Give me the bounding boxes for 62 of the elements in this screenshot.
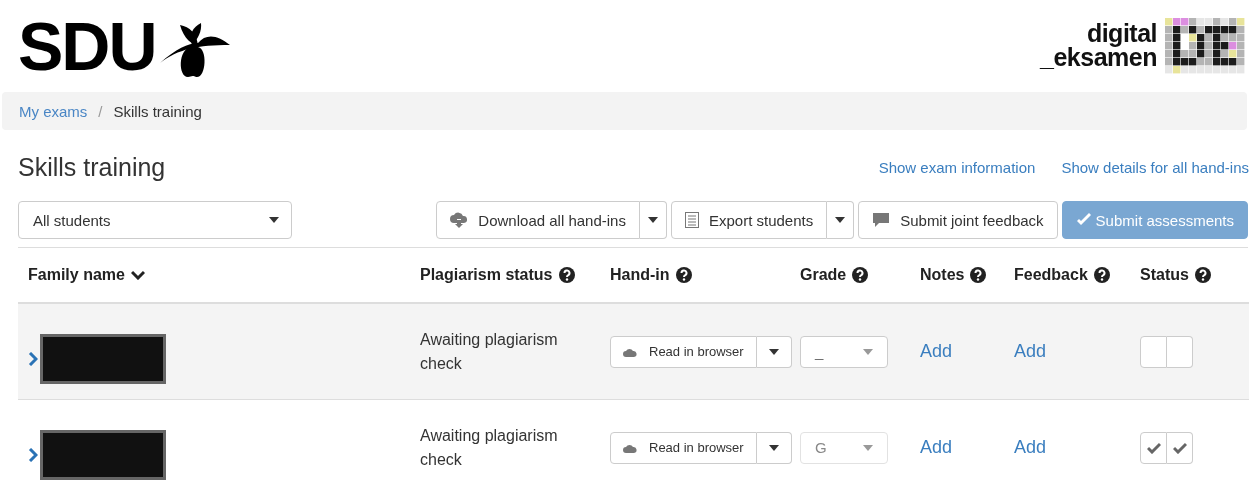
help-icon[interactable]	[558, 267, 575, 283]
chevron-right-icon[interactable]	[28, 448, 38, 462]
dropdown-toggle[interactable]	[827, 201, 855, 239]
column-header: Plagiarism status	[420, 266, 553, 284]
caret-icon	[863, 348, 873, 355]
header-link[interactable]: Show exam information	[878, 158, 1036, 176]
status-checkbox[interactable]	[1167, 431, 1193, 464]
plagiarism-status-text: Awaiting plagiarism check	[420, 425, 559, 470]
help-icon[interactable]	[1093, 267, 1110, 283]
read-in-browser-button[interactable]: Read in browser	[610, 431, 757, 464]
check-icon	[1146, 441, 1161, 454]
add-notes-link[interactable]: Add	[920, 341, 953, 362]
cloud-icon	[623, 346, 637, 357]
add-feedback-link[interactable]: Add	[1014, 341, 1047, 362]
column-header: Family name	[28, 266, 125, 284]
check-icon	[1172, 441, 1187, 454]
toolbar-button[interactable]: Submit joint feedback	[858, 201, 1058, 239]
toolbar-button[interactable]: Export students	[670, 201, 828, 239]
status-checkbox[interactable]	[1140, 431, 1167, 464]
status-checkbox[interactable]	[1140, 335, 1167, 368]
dropdown-toggle[interactable]	[756, 431, 792, 464]
header-link[interactable]: Show details for all hand-ins	[1061, 158, 1249, 176]
cloud-download-icon	[450, 212, 469, 228]
brand-text: digital	[1086, 22, 1157, 46]
breadcrumb-separator: /	[97, 102, 104, 120]
list-icon	[684, 212, 699, 228]
dropdown-toggle[interactable]	[639, 201, 667, 239]
column-header: Grade	[800, 266, 847, 284]
add-notes-link[interactable]: Add	[920, 437, 953, 458]
help-icon[interactable]	[970, 267, 987, 283]
column-header: Notes	[920, 266, 965, 284]
caret-icon	[269, 217, 279, 223]
caret-icon	[768, 444, 779, 451]
dropdown-toggle[interactable]	[756, 335, 792, 368]
status-checkbox[interactable]	[1167, 335, 1193, 368]
pixel-logo-icon	[1165, 18, 1245, 74]
cloud-icon	[623, 442, 637, 453]
chevron-right-icon[interactable]	[28, 352, 38, 366]
page-title: Skills training	[18, 152, 166, 182]
caret-icon	[647, 217, 658, 223]
add-feedback-link[interactable]: Add	[1014, 437, 1047, 458]
grade-dropdown[interactable]: _	[800, 335, 888, 368]
help-icon[interactable]	[675, 267, 692, 283]
brand-text: _eksamen	[1040, 46, 1157, 70]
breadcrumb-link[interactable]: My exams	[19, 102, 88, 120]
chevron-down-icon[interactable]	[130, 270, 145, 280]
read-in-browser-button[interactable]: Read in browser	[610, 335, 757, 368]
student-filter-dropdown[interactable]: All students	[18, 201, 292, 239]
breadcrumb-current: Skills training	[113, 102, 202, 120]
caret-icon	[863, 444, 873, 451]
column-header: Hand-in	[610, 266, 670, 284]
caret-icon	[768, 348, 779, 355]
caret-icon	[835, 217, 846, 223]
check-icon	[1075, 213, 1092, 227]
help-icon[interactable]	[852, 267, 869, 283]
sdu-logo-text: SDU	[18, 12, 156, 80]
toolbar-button[interactable]: Download all hand-ins	[436, 201, 640, 239]
column-header: Status	[1140, 266, 1189, 284]
plagiarism-status-text: Awaiting plagiarism check	[420, 329, 559, 374]
column-header: Feedback	[1014, 266, 1088, 284]
help-icon[interactable]	[1194, 267, 1211, 283]
speech-bubble-icon	[872, 212, 891, 228]
